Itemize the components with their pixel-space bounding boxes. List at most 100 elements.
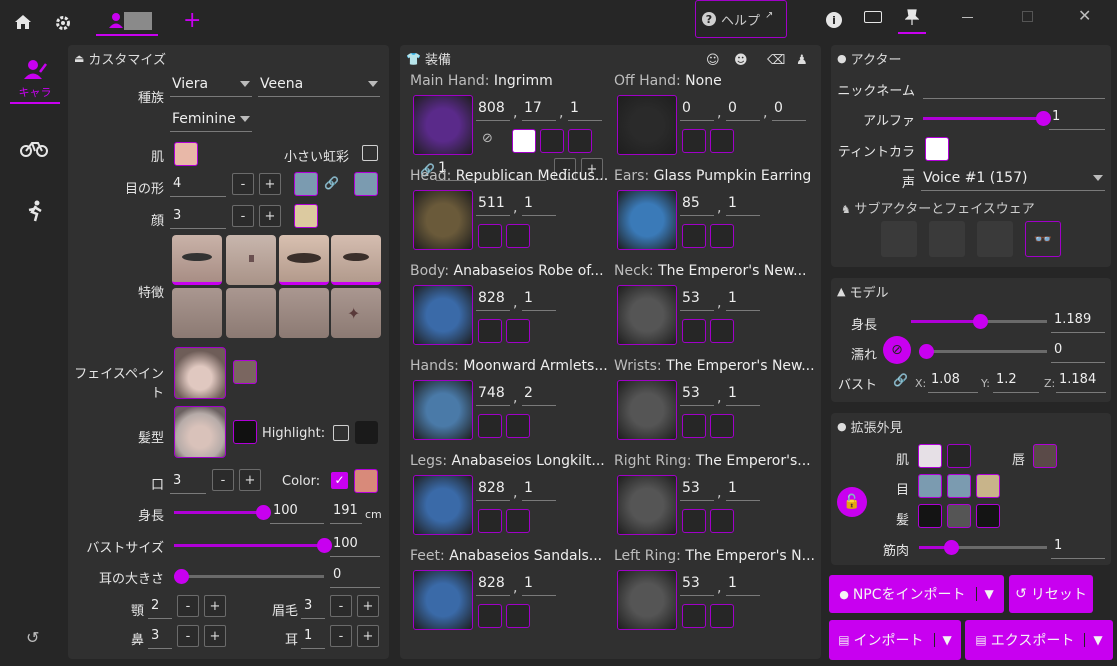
npc-icon[interactable]: ☺	[706, 53, 720, 68]
ears-increment[interactable]: +	[357, 625, 379, 647]
equip-slot-icon[interactable]	[413, 380, 473, 440]
feature-thumb-5[interactable]	[172, 288, 222, 338]
dye-slot[interactable]	[710, 129, 734, 153]
equip-value-input[interactable]: 1	[522, 477, 556, 501]
import-button[interactable]: ▤ インポート ▼	[829, 620, 961, 660]
dye-slot[interactable]	[506, 604, 530, 628]
chevron-down-icon[interactable]: ▼	[933, 633, 952, 647]
facepaint-thumb[interactable]	[174, 347, 226, 399]
mouth-decrement[interactable]: -	[212, 469, 234, 491]
equip-slot-icon[interactable]	[617, 475, 677, 535]
jaw-decrement[interactable]: -	[177, 595, 199, 617]
hair-color-swatch[interactable]	[233, 420, 257, 444]
jaw-increment[interactable]: +	[204, 595, 226, 617]
equip-value-input[interactable]: 0	[726, 97, 760, 121]
equip-value-input[interactable]: 85	[680, 192, 714, 216]
sidebar-item-character[interactable]: キャラ	[10, 58, 60, 104]
bust-input[interactable]: 100	[330, 533, 380, 557]
dye-slot[interactable]	[682, 319, 706, 343]
jaw-input[interactable]: 2	[148, 595, 172, 619]
user-gear-icon[interactable]: ☻	[734, 53, 748, 68]
mouth-increment[interactable]: +	[239, 469, 261, 491]
small-iris-checkbox[interactable]	[362, 145, 378, 161]
wet-input[interactable]: 0	[1051, 339, 1105, 363]
keyboard-icon[interactable]	[864, 11, 882, 23]
dye-slot[interactable]	[710, 319, 734, 343]
help-button[interactable]: ? ヘルプ ↗	[695, 0, 787, 38]
equip-value-input[interactable]: 1	[522, 572, 556, 596]
bust-link-icon[interactable]: 🔗	[893, 373, 908, 387]
model-height-input[interactable]: 1.189	[1051, 309, 1105, 333]
import-npc-button[interactable]: ● NPCをインポート ▼	[829, 575, 1004, 613]
equip-value-input[interactable]: 53	[680, 572, 714, 596]
brow-increment[interactable]: +	[357, 595, 379, 617]
equip-slot-icon[interactable]	[413, 570, 473, 630]
equip-value-input[interactable]: 2	[522, 382, 556, 406]
feature-thumb-4[interactable]	[331, 235, 381, 285]
sub-slot-3[interactable]	[977, 221, 1013, 257]
equip-value-input[interactable]: 828	[476, 477, 510, 501]
dye-slot[interactable]	[478, 604, 502, 628]
feature-thumb-3[interactable]	[279, 235, 329, 285]
dye-slot[interactable]	[682, 509, 706, 533]
ext-hair-swatch-3[interactable]	[976, 504, 1000, 528]
chevron-down-icon[interactable]: ▼	[975, 587, 994, 601]
bust-y-input[interactable]: 1.2	[993, 369, 1039, 393]
dye-slot[interactable]	[710, 224, 734, 248]
muscle-input[interactable]: 1	[1051, 535, 1105, 559]
home-icon[interactable]	[14, 14, 32, 34]
sub-slot-1[interactable]	[881, 221, 917, 257]
equip-value-input[interactable]: 53	[680, 382, 714, 406]
close-button[interactable]: ✕	[1078, 6, 1091, 25]
running-icon[interactable]	[25, 200, 45, 226]
chevron-down-icon[interactable]: ▼	[1084, 633, 1103, 647]
add-tab-icon[interactable]: +	[183, 10, 201, 32]
wet-toggle[interactable]: ⊘	[883, 336, 911, 364]
equip-slot-icon[interactable]	[413, 285, 473, 345]
nickname-input[interactable]	[923, 75, 1105, 99]
unlock-icon[interactable]: 🔓	[837, 487, 867, 517]
dye-slot[interactable]	[682, 224, 706, 248]
lip-color-checkbox[interactable]: ✓	[331, 472, 348, 489]
ext-hair-swatch-2[interactable]	[947, 504, 971, 528]
dye-slot[interactable]	[568, 129, 592, 153]
glasses-slot[interactable]: 👓	[1025, 221, 1061, 257]
feature-thumb-7[interactable]	[279, 288, 329, 338]
export-button[interactable]: ▤ エクスポート ▼	[965, 620, 1113, 660]
eye-color-2-swatch[interactable]	[354, 172, 378, 196]
equip-slot-icon[interactable]	[617, 380, 677, 440]
user-tie-icon[interactable]: ♟	[796, 53, 808, 68]
bust-z-input[interactable]: 1.184	[1056, 369, 1106, 393]
equip-slot-icon[interactable]	[413, 475, 473, 535]
ext-eye-swatch-1[interactable]	[918, 474, 942, 498]
reset-button[interactable]: ↺ リセット	[1009, 575, 1093, 613]
sub-slot-2[interactable]	[929, 221, 965, 257]
dye-slot[interactable]	[478, 414, 502, 438]
eye-color-1-swatch[interactable]	[294, 172, 318, 196]
brow-input[interactable]: 3	[301, 595, 325, 619]
eye-shape-decrement[interactable]: -	[232, 173, 254, 195]
eye-shape-input[interactable]: 4	[170, 173, 226, 197]
equip-slot-icon[interactable]	[617, 190, 677, 250]
equip-value-input[interactable]: 0	[680, 97, 714, 121]
equip-value-input[interactable]: 1	[522, 287, 556, 311]
dye-slot[interactable]	[506, 414, 530, 438]
dye-slot[interactable]	[506, 509, 530, 533]
ext-hair-swatch-1[interactable]	[918, 504, 942, 528]
race-dropdown[interactable]: Viera	[170, 73, 252, 97]
equip-value-input[interactable]: 1	[522, 192, 556, 216]
voice-dropdown[interactable]: Voice #1 (157)	[921, 167, 1105, 191]
alpha-input[interactable]: 1	[1049, 106, 1105, 130]
ear-size-slider[interactable]	[174, 569, 324, 584]
maximize-button[interactable]	[1022, 11, 1033, 22]
highlight-color-swatch[interactable]	[355, 421, 378, 444]
feature-thumb-8[interactable]: ✦	[331, 288, 381, 338]
face-decrement[interactable]: -	[232, 205, 254, 227]
info-icon[interactable]: i	[826, 12, 842, 28]
dye-slot[interactable]	[710, 509, 734, 533]
alpha-slider[interactable]	[923, 111, 1051, 126]
equip-value-input[interactable]: 1	[726, 477, 760, 501]
feature-thumb-2[interactable]	[226, 235, 276, 285]
height-cm-input[interactable]: 191	[330, 500, 362, 524]
face-input[interactable]: 3	[170, 205, 226, 229]
